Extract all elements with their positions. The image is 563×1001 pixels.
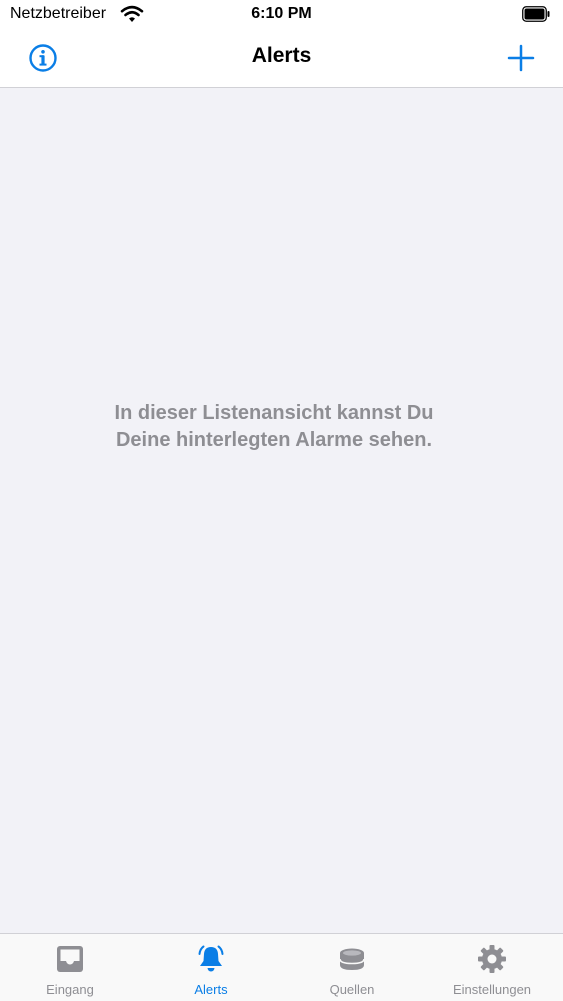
bell-icon [198, 945, 224, 972]
tab-eingang[interactable]: Eingang [0, 934, 140, 1001]
empty-state-line-1: In dieser Listenansicht kannst Du [114, 402, 434, 424]
plus-icon[interactable] [506, 43, 536, 73]
tab-quellen[interactable]: Quellen [282, 934, 422, 1001]
battery-icon [522, 6, 550, 22]
navigation-bar: Alerts [0, 30, 563, 88]
inbox-icon [57, 946, 83, 972]
database-icon [339, 948, 365, 970]
status-time: 6:10 PM [251, 5, 312, 22]
tab-bar: Eingang Alerts Quellen Einstellungen [0, 933, 563, 1001]
tab-alerts[interactable]: Alerts [141, 934, 281, 1001]
tab-label-einstellungen: Einstellungen [452, 982, 532, 997]
empty-state-line-2: Deine hinterlegten Alarme sehen. [115, 429, 432, 451]
status-bar: Netzbetreiber 6:10 PM [0, 0, 563, 30]
tab-label-eingang: Eingang [46, 982, 94, 997]
page-title: Alerts [251, 44, 312, 67]
empty-state-message: In dieser Listenansicht kannst Du Deine … [40, 400, 508, 454]
tab-einstellungen[interactable]: Einstellungen [422, 934, 562, 1001]
gear-icon [478, 945, 506, 973]
tab-label-alerts: Alerts [194, 982, 228, 997]
tab-label-quellen: Quellen [329, 982, 375, 997]
